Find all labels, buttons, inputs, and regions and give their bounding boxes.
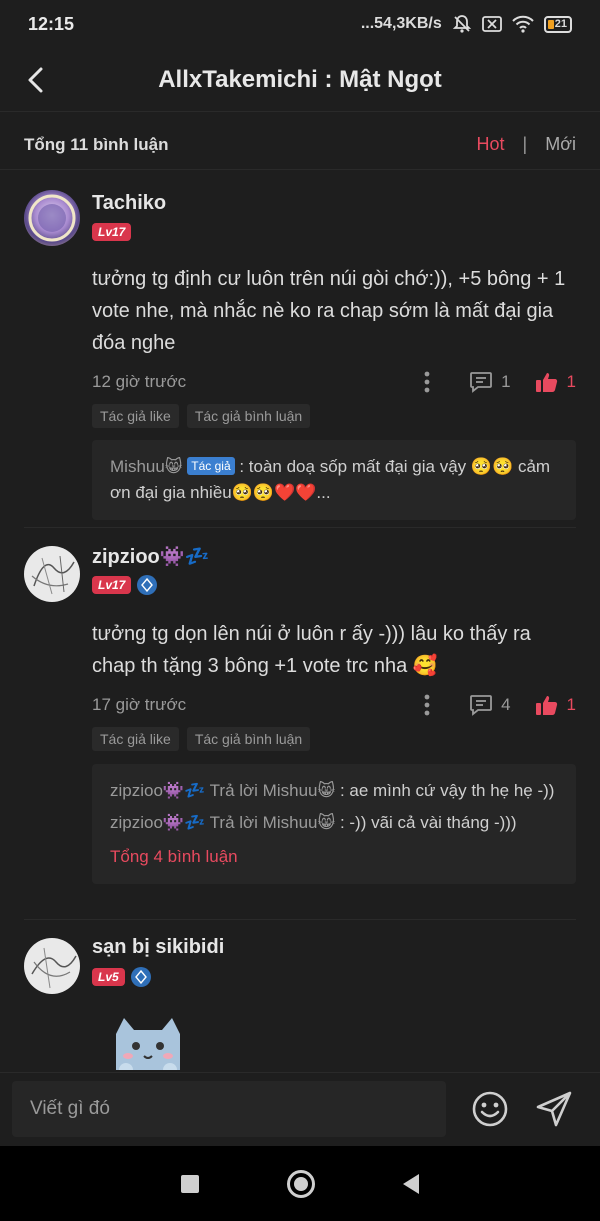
battery-icon: 21 xyxy=(543,15,572,33)
more-options-button[interactable] xyxy=(417,690,437,720)
verified-icon xyxy=(137,575,158,595)
avatar[interactable] xyxy=(24,938,80,994)
comment-icon xyxy=(470,372,492,393)
tag-author-comment: Tác giả bình luận xyxy=(186,404,311,428)
comment-icon xyxy=(470,695,492,716)
tag-author-comment: Tác giả bình luận xyxy=(186,727,311,751)
comment-input[interactable]: Viết gì đó xyxy=(12,1081,446,1137)
bell-off-icon xyxy=(452,15,471,33)
comment-author[interactable]: sạn bị sikibidi xyxy=(92,936,224,959)
reply-author: zipzioo👾💤 Trả lời Mishuu😸 xyxy=(110,781,336,800)
sort-hot-tab[interactable]: Hot xyxy=(477,134,505,155)
comment-meta: 12 giờ trước 1 1 xyxy=(92,367,576,397)
smiley-icon xyxy=(472,1091,508,1127)
comment-item: Tachiko Lv17 tưởng tg định cư luôn trên … xyxy=(0,176,600,526)
reply-line: Mishuu😸 Tác giả : toàn doạ sốp mất đại g… xyxy=(110,454,558,506)
avatar-frame-icon xyxy=(28,194,76,242)
like-count: 1 xyxy=(566,695,576,714)
wifi-icon xyxy=(512,15,534,33)
verified-icon xyxy=(130,967,151,987)
like-button[interactable]: 1 xyxy=(535,371,576,393)
cat-sticker xyxy=(106,1012,190,1070)
reply-author: zipzioo👾💤 Trả lời Mishuu😸 xyxy=(110,813,336,832)
sort-separator: | xyxy=(522,134,528,154)
cat-sticker-icon xyxy=(116,1018,180,1070)
view-all-replies-link[interactable]: Tổng 4 bình luận xyxy=(110,844,558,870)
comment-input-bar: Viết gì đó xyxy=(0,1072,600,1144)
reply-button[interactable]: 4 xyxy=(469,694,511,716)
comment-meta: 17 giờ trước 4 1 xyxy=(92,690,576,720)
sim-off-icon xyxy=(481,16,502,32)
status-time: 12:15 xyxy=(28,13,75,34)
avatar[interactable] xyxy=(24,190,80,246)
more-vertical-icon xyxy=(424,371,430,393)
comment-time: 17 giờ trước xyxy=(92,695,187,714)
reply-text: : ae mình cứ vậy th hẹ hẹ -)) xyxy=(335,781,555,800)
sort-new-tab[interactable]: Mới xyxy=(545,134,576,155)
reply-preview[interactable]: Mishuu😸 Tác giả : toàn doạ sốp mất đại g… xyxy=(92,440,576,520)
reply-preview[interactable]: zipzioo👾💤 Trả lời Mishuu😸 : ae mình cứ v… xyxy=(92,764,576,884)
tag-author-like: Tác giả like xyxy=(92,727,179,751)
comment-summary: Tổng 11 bình luận Hot | Mới xyxy=(0,120,600,170)
reply-text: : -)) vãi cả vài tháng -))) xyxy=(335,813,517,832)
comment-author[interactable]: zipzioo👾💤 xyxy=(92,544,210,569)
reply-count: 1 xyxy=(501,372,511,391)
comment-tags: Tác giả like Tác giả bình luận xyxy=(92,404,311,428)
tag-author-like: Tác giả like xyxy=(92,404,179,428)
avatar[interactable] xyxy=(24,546,80,602)
network-speed: ...54,3KB/s xyxy=(360,15,442,32)
level-badge: Lv17 xyxy=(92,576,132,594)
back-button[interactable] xyxy=(18,62,54,98)
level-badge: Lv17 xyxy=(92,223,132,241)
like-button[interactable]: 1 xyxy=(535,694,576,716)
recent-apps-button[interactable] xyxy=(181,1174,199,1193)
comment-item: sạn bị sikibidi Lv5 xyxy=(0,920,600,1070)
sort-options: Hot | Mới xyxy=(477,134,577,155)
reply-button[interactable]: 1 xyxy=(469,371,511,393)
level-badge: Lv5 xyxy=(92,968,125,986)
comment-author[interactable]: Tachiko xyxy=(92,192,166,215)
system-nav-bar xyxy=(0,1146,600,1221)
more-vertical-icon xyxy=(424,694,430,716)
like-count: 1 xyxy=(566,372,576,391)
status-bar: 12:15 ...54,3KB/s 21 xyxy=(0,0,600,48)
page-title: AllxTakemichi : Mật Ngọt xyxy=(158,65,442,93)
home-button[interactable] xyxy=(287,1169,315,1198)
send-icon xyxy=(536,1091,572,1127)
reply-author: Mishuu😸 xyxy=(110,457,183,476)
thumbs-up-icon xyxy=(535,696,557,715)
more-options-button[interactable] xyxy=(417,367,437,397)
reply-line: zipzioo👾💤 Trả lời Mishuu😸 : -)) vãi cả v… xyxy=(110,810,558,836)
comment-item: zipzioo👾💤 Lv17 tưởng tg dọn lên núi ở lu… xyxy=(0,528,600,918)
header: AllxTakemichi : Mật Ngọt xyxy=(0,48,600,112)
comment-text: tưởng tg dọn lên núi ở luôn r ấy -))) lâ… xyxy=(92,623,531,677)
comment-time: 12 giờ trước xyxy=(92,372,187,391)
reply-line: zipzioo👾💤 Trả lời Mishuu😸 : ae mình cứ v… xyxy=(110,778,558,804)
status-icons: ...54,3KB/s 21 xyxy=(361,14,572,34)
avatar-sketch-icon xyxy=(31,947,77,989)
emoji-button[interactable] xyxy=(470,1089,510,1129)
send-button[interactable] xyxy=(534,1089,574,1129)
avatar-sketch-icon xyxy=(31,555,75,595)
reply-count: 4 xyxy=(501,695,511,714)
thumbs-up-icon xyxy=(535,373,557,392)
author-badge: Tác giả xyxy=(187,457,235,475)
comment-text: tưởng tg định cư luôn trên núi gòi chớ:)… xyxy=(92,268,566,354)
chevron-left-icon xyxy=(28,67,43,93)
battery-level: 21 xyxy=(554,18,567,30)
comment-total: Tổng 11 bình luận xyxy=(24,134,169,154)
comment-tags: Tác giả like Tác giả bình luận xyxy=(92,727,311,751)
system-back-button[interactable] xyxy=(403,1173,419,1194)
